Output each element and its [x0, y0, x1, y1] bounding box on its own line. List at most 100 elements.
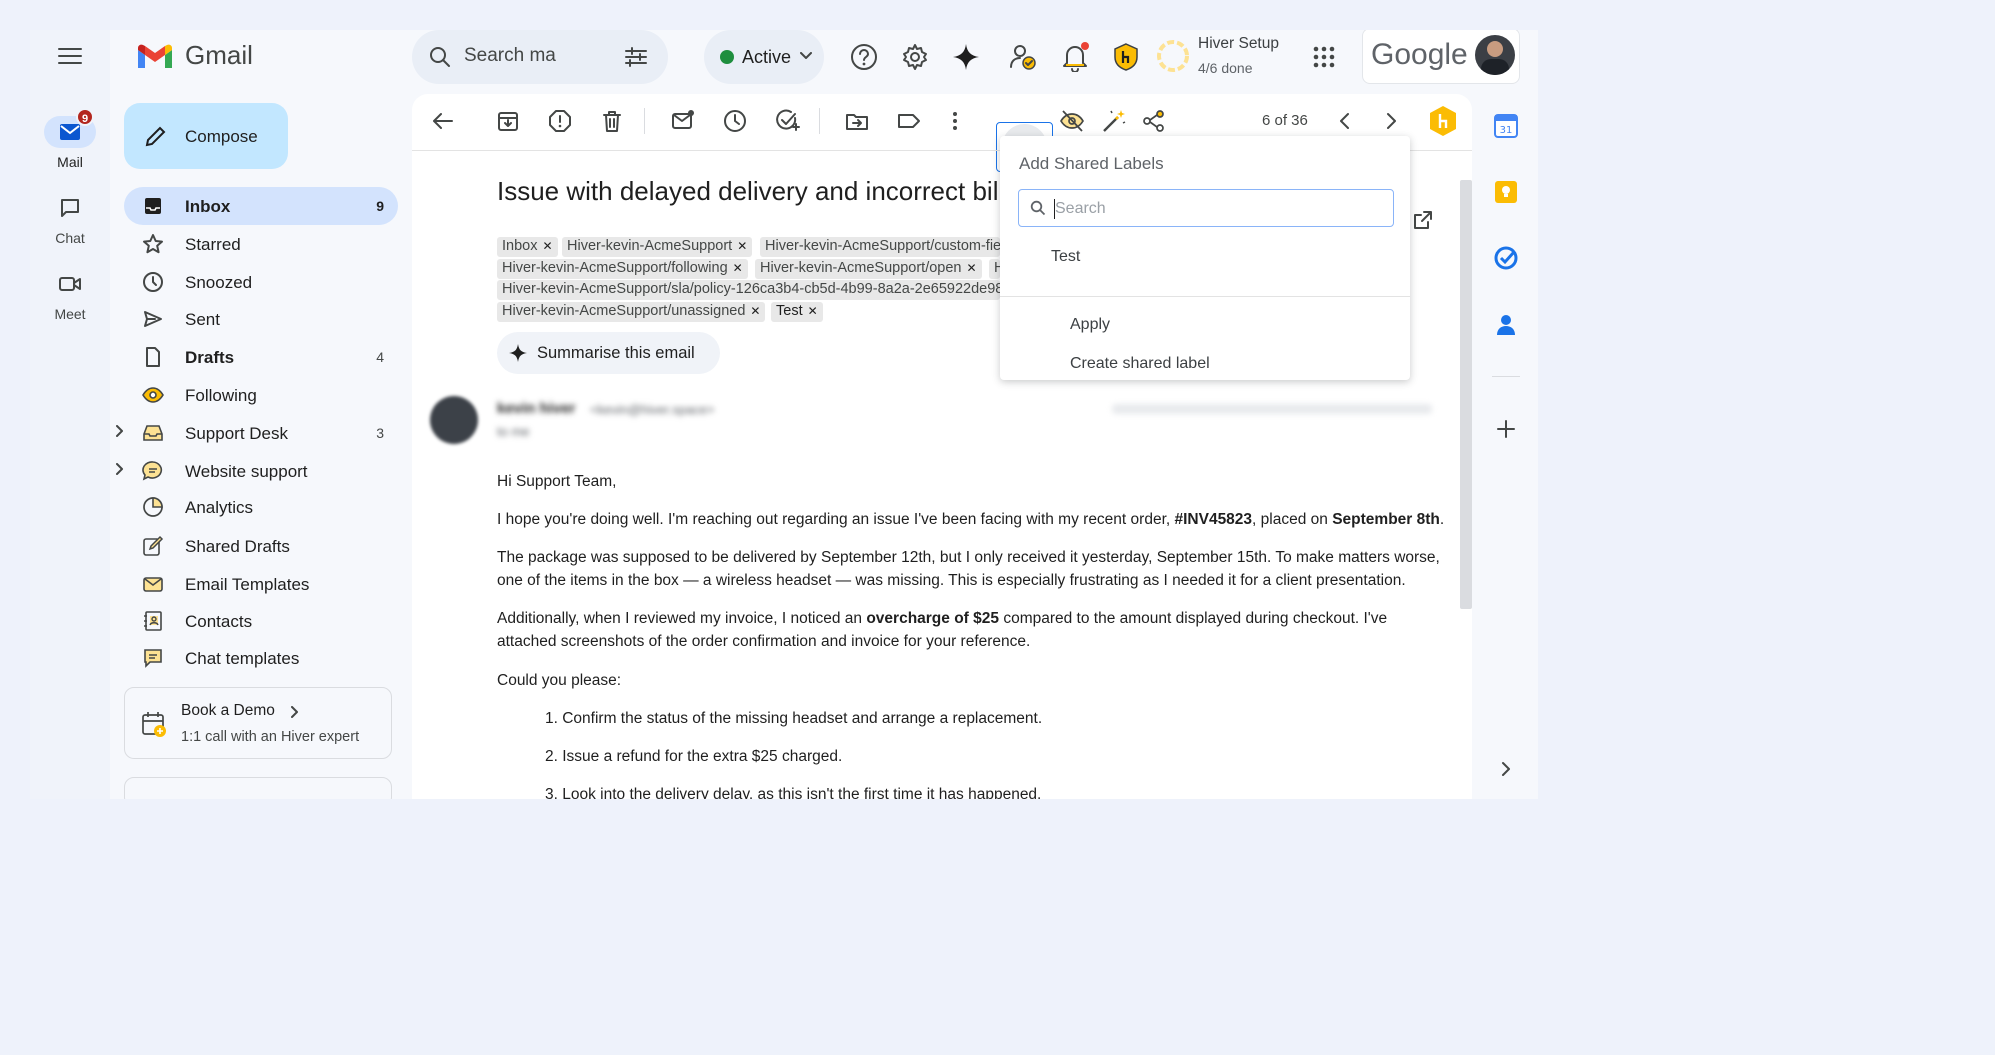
google-account-box[interactable]: Google — [1362, 30, 1520, 84]
avatar[interactable] — [1475, 35, 1515, 75]
email-meta-row — [1112, 404, 1432, 414]
shared-label-option[interactable]: Test — [1051, 248, 1080, 266]
apps-grid-icon[interactable] — [1312, 45, 1336, 69]
hiver-logo-icon[interactable] — [1428, 105, 1458, 137]
sender-avatar[interactable] — [430, 396, 478, 444]
chevron-down-icon — [800, 52, 812, 60]
nav-item-chat-templates[interactable]: Chat templates — [124, 639, 398, 677]
settings-gear-icon[interactable] — [901, 43, 929, 71]
gemini-sparkle-icon[interactable] — [952, 43, 980, 71]
remove-label-icon[interactable]: ✕ — [542, 239, 552, 253]
setup-progress-text: 4/6 done — [1198, 60, 1253, 76]
label-chip[interactable]: Hiver-kevin-AcmeSupport/sla/policy-126ca… — [497, 280, 1000, 300]
gmail-wordmark: Gmail — [185, 40, 253, 70]
summarise-email-button[interactable]: Summarise this email — [497, 332, 720, 374]
add-addon-plus-icon[interactable] — [1493, 416, 1519, 442]
nav-item-snoozed[interactable]: Snoozed — [124, 263, 398, 301]
create-shared-label-button[interactable]: Create shared label — [1070, 355, 1210, 373]
nav-item-contacts[interactable]: Contacts — [124, 602, 398, 640]
snooze-clock-icon[interactable] — [722, 108, 748, 134]
help-icon[interactable] — [850, 43, 878, 71]
chat-icon — [59, 198, 81, 218]
remove-label-icon[interactable]: ✕ — [737, 239, 747, 253]
newer-chevron-left-icon[interactable] — [1332, 108, 1358, 134]
list-item: 3. Look into the delivery delay, as this… — [545, 786, 1042, 799]
label-chip[interactable]: Hiver-kevin-AcmeSupport/open ✕ — [755, 259, 982, 279]
compose-button[interactable]: Compose — [124, 103, 288, 169]
open-in-new-window-icon[interactable] — [1413, 210, 1433, 230]
add-task-icon[interactable] — [774, 108, 800, 134]
search-options-icon[interactable] — [624, 45, 648, 69]
chevron-right-icon[interactable] — [116, 425, 124, 437]
nav-count: 9 — [376, 198, 384, 214]
nav-item-support-desk[interactable]: Support Desk 3 — [116, 414, 398, 452]
google-wordmark: Google — [1371, 38, 1468, 71]
remove-label-icon[interactable]: ✕ — [733, 261, 743, 275]
archive-icon[interactable] — [495, 108, 521, 134]
back-arrow-icon[interactable] — [430, 108, 456, 134]
nav-item-sent[interactable]: Sent — [124, 300, 398, 338]
label-chip-text: Hiver-kevin-AcmeSupport/unassigned — [502, 303, 746, 319]
search-icon[interactable] — [428, 45, 452, 69]
nav-item-analytics[interactable]: Analytics — [124, 488, 398, 526]
rail-item-meet[interactable]: Meet — [30, 268, 110, 322]
share-nodes-icon[interactable] — [1141, 108, 1167, 134]
label-chip[interactable]: Hiver-kevin-AcmeSupport ✕ — [562, 237, 753, 257]
nav-item-starred[interactable]: Starred — [124, 225, 398, 263]
apply-button[interactable]: Apply — [1070, 316, 1110, 334]
recipient-line[interactable]: to me — [497, 424, 530, 439]
remove-label-icon[interactable]: ✕ — [808, 304, 818, 318]
p3-text: Additionally, when I reviewed my invoice… — [497, 610, 867, 627]
remove-label-icon[interactable]: ✕ — [966, 261, 976, 275]
label-chip-text: Test — [776, 303, 803, 319]
status-selector[interactable]: Active — [704, 30, 824, 84]
chevron-right-icon[interactable] — [116, 463, 124, 475]
notifications-bell-icon[interactable] — [1061, 42, 1089, 72]
hiver-shield-icon[interactable] — [1113, 43, 1139, 71]
older-chevron-right-icon[interactable] — [1378, 108, 1404, 134]
pencil-icon — [144, 124, 168, 148]
gmail-logo-icon[interactable] — [136, 42, 174, 70]
nav-item-shared-drafts[interactable]: Shared Drafts — [124, 527, 398, 565]
main-menu-icon[interactable] — [57, 46, 83, 66]
user-status-icon[interactable] — [1009, 43, 1037, 71]
hide-eye-icon[interactable] — [1059, 108, 1085, 134]
setup-progress-ring-icon[interactable] — [1155, 38, 1191, 74]
scrollbar-thumb[interactable] — [1460, 180, 1472, 609]
search-bar[interactable]: Search ma — [412, 30, 668, 84]
book-demo-card[interactable]: Book a Demo 1:1 call with an Hiver exper… — [124, 687, 392, 759]
nav-item-website-support[interactable]: Website support — [116, 452, 398, 490]
keep-app-icon[interactable] — [1493, 179, 1519, 205]
move-to-folder-icon[interactable] — [844, 108, 870, 134]
status-label: Active — [742, 47, 792, 67]
label-chip[interactable]: Hiver-kevin-AcmeSupport/custom-fie — [760, 237, 1000, 257]
nav-item-email-templates[interactable]: Email Templates — [124, 565, 398, 603]
sender-email: <kevin@hiver.space> — [590, 402, 715, 417]
delete-trash-icon[interactable] — [599, 108, 625, 134]
setup-title[interactable]: Hiver Setup — [1198, 35, 1279, 53]
label-chip[interactable]: Hiver-kevin-AcmeSupport/unassigned ✕ — [497, 302, 766, 322]
mark-unread-icon[interactable] — [670, 108, 696, 134]
more-vert-icon[interactable] — [942, 108, 968, 134]
rail-item-mail[interactable]: 9 Mail — [30, 108, 110, 170]
nav-item-drafts[interactable]: Drafts 4 — [124, 338, 398, 376]
label-chip[interactable]: Inbox ✕ — [497, 237, 558, 257]
sender-name[interactable]: kevin hiver — [497, 400, 575, 417]
label-chip[interactable]: Hiver-kevin-AcmeSupport/following ✕ — [497, 259, 748, 279]
report-spam-icon[interactable] — [547, 108, 573, 134]
shared-label-search-input[interactable]: Search — [1018, 189, 1394, 227]
remove-label-icon[interactable]: ✕ — [750, 304, 760, 318]
label-chip[interactable]: Test ✕ — [771, 302, 823, 322]
contacts-app-icon[interactable] — [1493, 311, 1519, 337]
label-chip[interactable]: H — [989, 259, 1000, 279]
calendar-app-icon[interactable]: 31 — [1493, 113, 1519, 139]
label-tag-icon[interactable] — [896, 108, 922, 134]
nav-item-inbox[interactable]: Inbox 9 — [124, 187, 398, 225]
nav-item-following[interactable]: Following — [124, 376, 398, 414]
tasks-app-icon[interactable] — [1493, 245, 1519, 271]
magic-wand-icon[interactable] — [1101, 108, 1127, 134]
search-input[interactable]: Search ma — [464, 45, 556, 67]
label-chip-text: Hiver-kevin-AcmeSupport/open — [760, 260, 962, 276]
rail-item-chat[interactable]: Chat — [30, 192, 110, 246]
expand-side-panel-chevron-icon[interactable] — [1493, 756, 1519, 782]
